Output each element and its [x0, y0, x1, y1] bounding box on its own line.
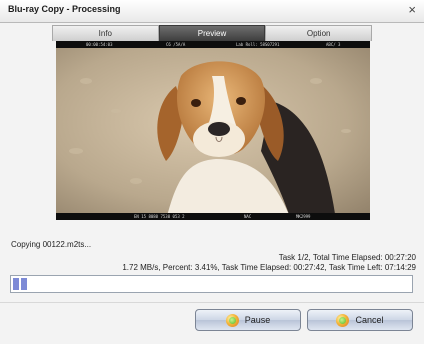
- pause-label: Pause: [244, 315, 271, 325]
- hud-timecode: 00:00:54:03: [86, 42, 113, 47]
- cancel-label: Cancel: [355, 315, 384, 325]
- divider: [0, 302, 424, 303]
- tab-preview[interactable]: Preview: [158, 25, 266, 41]
- preview-frame-image: [56, 41, 370, 220]
- tab-bar: Info Preview Option: [52, 25, 373, 41]
- window-title: Blu-ray Copy - Processing: [8, 4, 121, 14]
- task-total-time: Task 1/2, Total Time Elapsed: 00:27:20: [278, 253, 416, 262]
- tab-info[interactable]: Info: [52, 25, 159, 41]
- video-preview: 00:00:54:03 C6 /5A/A Lab Roll: 58S07291 …: [56, 41, 370, 220]
- transfer-stats: 1.72 MB/s, Percent: 3.41%, Task Time Ela…: [122, 263, 416, 272]
- title-bar: Blu-ray Copy - Processing ×: [0, 0, 424, 23]
- cancel-button[interactable]: Cancel: [307, 309, 413, 331]
- hud-mk: MK2999: [296, 214, 311, 219]
- hud-cam: C6 /5A/A: [166, 42, 186, 47]
- copying-status: Copying 00122.m2ts...: [11, 240, 92, 249]
- hud-lab-roll: Lab Roll: 58S07291: [236, 42, 280, 47]
- status-area: Copying 00122.m2ts... Task 1/2, Total Ti…: [0, 230, 424, 280]
- progress-bar: [10, 275, 413, 293]
- tab-option[interactable]: Option: [265, 25, 373, 41]
- green-play-circle-icon: [336, 313, 350, 327]
- hud-abc: ABC/ 3: [326, 42, 341, 47]
- app-window: Blu-ray Copy - Processing × Info Preview…: [0, 0, 424, 344]
- hud-nac: NAC: [244, 214, 252, 219]
- hud-edge: EN 15 8080 7530 053 2: [134, 214, 185, 219]
- pause-button[interactable]: Pause: [195, 309, 301, 331]
- progress-fill: [13, 278, 27, 290]
- green-play-circle-icon: [225, 313, 239, 327]
- close-icon[interactable]: ×: [408, 2, 416, 18]
